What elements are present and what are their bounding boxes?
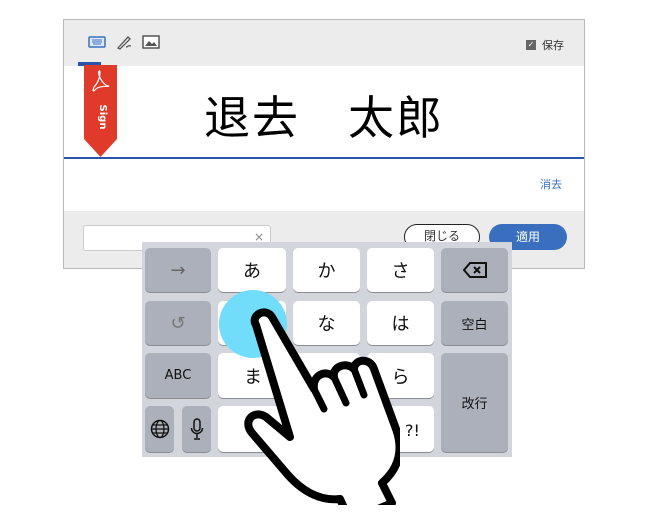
image-icon[interactable]	[142, 34, 160, 50]
signature-text: 退去 太郎	[204, 91, 444, 145]
key-space[interactable]: 空白	[441, 301, 508, 345]
signature-line	[64, 157, 584, 159]
globe-icon	[150, 419, 169, 439]
checkbox-checked-icon: ✓	[526, 40, 536, 50]
toolbar: ✓ 保存	[64, 20, 584, 66]
delete-icon	[462, 262, 487, 278]
signature-area[interactable]: 退去 太郎 消去 Sign	[64, 65, 584, 211]
key-abc[interactable]: ABC	[145, 353, 211, 398]
signature-dialog: ✓ 保存 退去 太郎 消去 Sign × 閉じる 適用	[63, 19, 585, 269]
mic-icon	[190, 418, 203, 440]
pen-signature-icon[interactable]	[115, 34, 133, 50]
key-next[interactable]: →	[145, 248, 211, 292]
ribbon-label: Sign	[97, 105, 108, 130]
key-undo[interactable]: ↺	[145, 301, 211, 345]
pointing-hand-icon	[244, 308, 400, 505]
adobe-sign-ribbon: Sign	[84, 65, 117, 157]
key-globe[interactable]	[145, 406, 174, 452]
key-delete[interactable]	[441, 248, 508, 292]
clear-link[interactable]: 消去	[540, 176, 562, 192]
save-checkbox[interactable]: ✓ 保存	[526, 37, 564, 53]
key-ka[interactable]: か	[293, 248, 360, 292]
key-sa[interactable]: さ	[367, 248, 434, 292]
key-enter[interactable]: 改行	[441, 353, 508, 452]
key-mic[interactable]	[182, 406, 211, 452]
key-a[interactable]: あ	[218, 248, 286, 292]
keyboard-icon[interactable]	[88, 34, 106, 50]
